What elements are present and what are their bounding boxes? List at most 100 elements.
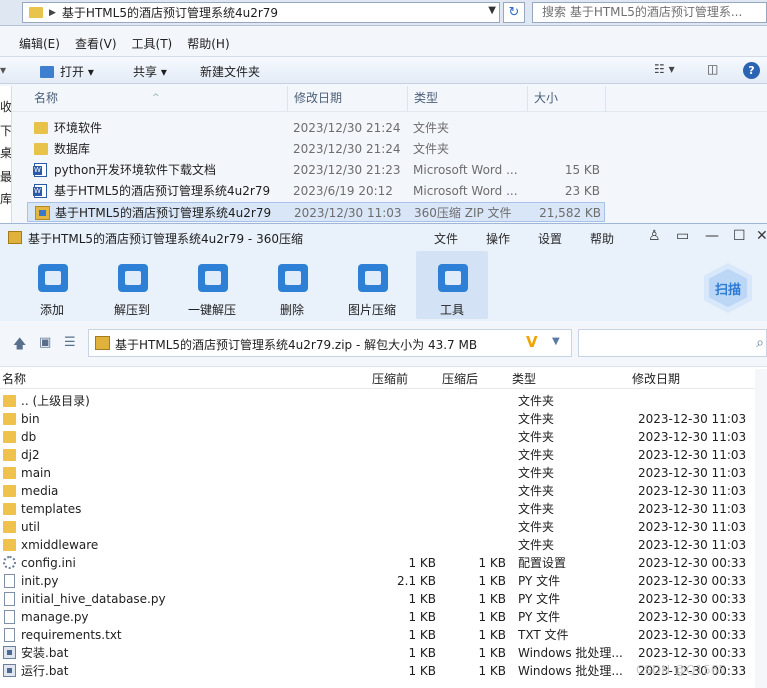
vertical-scrollbar[interactable] xyxy=(755,369,767,688)
archive-item-date: 2023-12-30 00:33 xyxy=(638,592,747,606)
column-header-type[interactable]: 类型 xyxy=(414,86,438,111)
image-compress-button[interactable]: 图片压缩 xyxy=(336,251,408,319)
search-icon[interactable]: ⌕ xyxy=(756,335,764,351)
extract-to-button[interactable]: 解压到 xyxy=(96,251,168,319)
close-icon[interactable]: ✕ xyxy=(756,228,767,244)
shirt-skin-icon[interactable]: ♙ xyxy=(648,228,661,244)
address-bar[interactable]: ▶ 基于HTML5的酒店预订管理系统4u2r79 ▼ xyxy=(22,2,500,23)
file-row[interactable]: python开发环境软件下载文档 2023/12/30 21:23 Microsof… xyxy=(27,160,605,180)
chevron-down-icon[interactable]: ▼ xyxy=(488,5,496,16)
zip-search-input[interactable]: ⌕ xyxy=(578,329,767,357)
archive-row[interactable]: main 文件夹 2023-12-30 11:03 xyxy=(0,464,755,482)
archive-item-name: requirements.txt xyxy=(21,628,122,642)
archive-row[interactable]: initial_hive_database.py 1 KB 1 KB PY 文件 202… xyxy=(0,590,755,608)
tools-button[interactable]: 工具 xyxy=(416,251,488,319)
folder-icon xyxy=(29,7,43,18)
nav-item[interactable]: 收 xyxy=(0,98,11,115)
archive-row[interactable]: config.ini 1 KB 1 KB 配置设置 2023-12-30 00:33 xyxy=(0,554,755,572)
scan-button[interactable]: 扫描 xyxy=(701,261,755,315)
file-type: Microsoft Word ... xyxy=(413,184,518,198)
menu-tools[interactable]: 工具(T) xyxy=(132,35,173,52)
address-bar-row: ▶ 基于HTML5的酒店预订管理系统4u2r79 ▼ ↻ 搜索 基于HTML5的… xyxy=(0,0,767,26)
file-type: 文件夹 xyxy=(413,142,450,156)
archive-row[interactable]: dj2 文件夹 2023-12-30 11:03 xyxy=(0,446,755,464)
delete-button[interactable]: 删除 xyxy=(256,251,328,319)
archive-row[interactable]: manage.py 1 KB 1 KB PY 文件 2023-12-30 00:33 xyxy=(0,608,755,626)
archive-item-name: 安装.bat xyxy=(21,646,69,660)
nav-item[interactable]: 最 xyxy=(0,168,11,185)
nav-item[interactable]: 下 xyxy=(0,122,11,139)
archive-path-bar[interactable]: 基于HTML5的酒店预订管理系统4u2r79.zip - 解包大小为 43.7 … xyxy=(88,329,572,357)
zip-menu-help[interactable]: 帮助 xyxy=(590,230,614,247)
archive-row[interactable]: requirements.txt 1 KB 1 KB TXT 文件 2023-12-30… xyxy=(0,626,755,644)
archive-row[interactable]: media 文件夹 2023-12-30 11:03 xyxy=(0,482,755,500)
archive-item-name: init.py xyxy=(21,574,59,588)
column-divider[interactable] xyxy=(605,86,606,111)
archive-item-date: 2023-12-30 00:33 xyxy=(638,556,747,570)
archive-row[interactable]: templates 文件夹 2023-12-30 11:03 xyxy=(0,500,755,518)
file-row[interactable]: 基于HTML5的酒店预订管理系统4u2r79 2023/6/19 20:12 Mic… xyxy=(27,181,605,201)
folder-icon xyxy=(3,467,16,479)
zip-column-date[interactable]: 修改日期 xyxy=(632,370,680,387)
column-divider[interactable] xyxy=(527,86,528,111)
view-options-icon[interactable]: ☷ ▾ xyxy=(654,62,675,76)
file-row[interactable]: 数据库 2023/12/30 21:24 文件夹 xyxy=(27,139,605,159)
share-button[interactable]: 共享 ▾ xyxy=(133,63,167,80)
zip-menu-settings[interactable]: 设置 xyxy=(538,230,562,247)
one-click-extract-button[interactable]: 一键解压 xyxy=(176,251,248,319)
file-date: 2023/12/30 11:03 xyxy=(294,206,402,220)
menu-view[interactable]: 查看(V) xyxy=(75,35,117,52)
maximize-icon[interactable]: ☐ xyxy=(733,228,746,244)
column-divider[interactable] xyxy=(407,86,408,111)
archive-row[interactable]: .. (上级目录) 文件夹 xyxy=(0,392,755,410)
image-compress-icon xyxy=(358,264,388,292)
zip-column-compressed[interactable]: 压缩前 xyxy=(372,370,408,387)
archive-row[interactable]: init.py 2.1 KB 1 KB PY 文件 2023-12-30 00:33 xyxy=(0,572,755,590)
archive-item-name: util xyxy=(21,520,40,534)
one-click-extract-icon xyxy=(198,264,228,292)
archive-row[interactable]: db 文件夹 2023-12-30 11:03 xyxy=(0,428,755,446)
archive-item-name: dj2 xyxy=(21,448,40,462)
zip-column-after[interactable]: 压缩后 xyxy=(442,370,478,387)
add-button[interactable]: 添加 xyxy=(16,251,88,319)
archive-row[interactable]: xmiddleware 文件夹 2023-12-30 11:03 xyxy=(0,536,755,554)
column-divider[interactable] xyxy=(287,86,288,111)
archive-row[interactable]: util 文件夹 2023-12-30 11:03 xyxy=(0,518,755,536)
file-row[interactable]: 环境软件 2023/12/30 21:24 文件夹 xyxy=(27,118,605,138)
feedback-icon[interactable]: ▭ xyxy=(676,228,689,244)
archive-row[interactable]: bin 文件夹 2023-12-30 11:03 xyxy=(0,410,755,428)
file-row[interactable]: 基于HTML5的酒店预订管理系统4u2r79 2023/12/30 11:03 36… xyxy=(27,202,605,222)
one-click-extract-label: 一键解压 xyxy=(187,303,236,317)
open-button[interactable]: 打开 ▾ xyxy=(40,63,94,80)
file-type: Microsoft Word ... xyxy=(413,163,518,177)
list-view-icon[interactable]: ☰ xyxy=(64,335,76,350)
help-icon[interactable]: ? xyxy=(743,62,760,79)
refresh-button[interactable]: ↻ xyxy=(503,2,525,23)
chevron-down-icon[interactable]: ▼ xyxy=(552,336,560,347)
menu-edit[interactable]: 编辑(E) xyxy=(19,35,60,52)
nav-item[interactable]: 库 xyxy=(0,190,11,207)
zip-column-name[interactable]: 名称 xyxy=(2,370,26,387)
search-input[interactable]: 搜索 基于HTML5的酒店预订管理系... xyxy=(532,2,767,23)
file-date: 2023/12/30 21:23 xyxy=(293,163,401,177)
preview-pane-icon[interactable]: ◫ xyxy=(707,62,718,76)
thumbnail-view-icon[interactable]: ▣ xyxy=(39,335,51,350)
column-header-size[interactable]: 大小 xyxy=(534,86,558,111)
chevron-right-icon[interactable]: ▶ xyxy=(49,8,56,18)
archive-item-date: 2023-12-30 11:03 xyxy=(638,484,747,498)
up-arrow-icon[interactable]: 🡅 xyxy=(13,335,26,357)
archive-item-type: PY 文件 xyxy=(518,592,561,606)
file-icon xyxy=(4,592,15,606)
address-path[interactable]: 基于HTML5的酒店预订管理系统4u2r79 xyxy=(62,4,278,21)
minimize-icon[interactable]: — xyxy=(705,228,719,244)
zip-menu-file[interactable]: 文件 xyxy=(434,230,458,247)
archive-row[interactable]: 安装.bat 1 KB 1 KB Windows 批处理... 2023-12-30 0… xyxy=(0,644,755,662)
nav-item[interactable]: 桌 xyxy=(0,144,11,161)
zip-menu-operate[interactable]: 操作 xyxy=(486,230,510,247)
zip-column-type[interactable]: 类型 xyxy=(512,370,536,387)
column-header-name[interactable]: 名称 xyxy=(34,86,58,111)
column-header-date[interactable]: 修改日期 xyxy=(294,86,342,111)
menu-help[interactable]: 帮助(H) xyxy=(187,35,229,52)
new-folder-button[interactable]: 新建文件夹 xyxy=(200,63,260,80)
chevron-down-icon[interactable]: ▾ xyxy=(0,63,6,77)
